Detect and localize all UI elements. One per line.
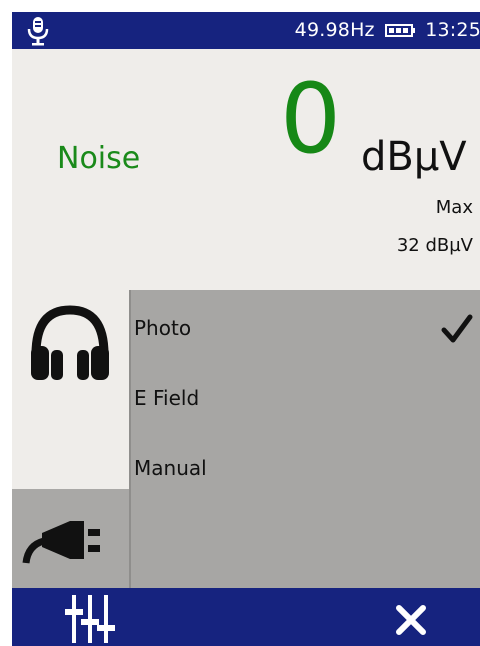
options-list: Photo E Field Manual [129, 290, 480, 588]
power-plug-icon [22, 521, 100, 564]
measurement-panel: Noise 0 dBµV Max 32 dBµV [12, 49, 480, 290]
tab-headphones[interactable] [12, 290, 129, 489]
clock: 13:25 [425, 19, 480, 41]
tab-power[interactable] [12, 489, 129, 588]
option-photo[interactable]: Photo [134, 316, 191, 340]
option-manual[interactable]: Manual [134, 456, 207, 480]
status-readout: 49.98Hz 13:25 [295, 19, 480, 41]
headphones-icon [31, 305, 109, 380]
sliders-icon[interactable] [62, 595, 118, 643]
bottom-bar [12, 588, 480, 646]
measurement-value: 0 [280, 63, 342, 175]
measurement-unit: dBµV [361, 134, 467, 180]
checkmark-icon [441, 314, 473, 343]
side-tabs [12, 290, 129, 588]
frequency-readout: 49.98Hz [294, 19, 375, 41]
max-label: Max [435, 197, 473, 218]
max-value: 32 dBµV [396, 235, 473, 256]
mode-label: Noise [57, 141, 141, 176]
device-screen: 49.98Hz 13:25 Noise 0 dBµV Max 32 dBµV P… [12, 12, 480, 646]
option-e-field[interactable]: E Field [134, 386, 199, 410]
battery-icon [384, 24, 415, 37]
status-bar: 49.98Hz 13:25 [12, 12, 480, 49]
microphone-icon[interactable] [26, 16, 50, 46]
close-icon[interactable] [394, 603, 428, 637]
